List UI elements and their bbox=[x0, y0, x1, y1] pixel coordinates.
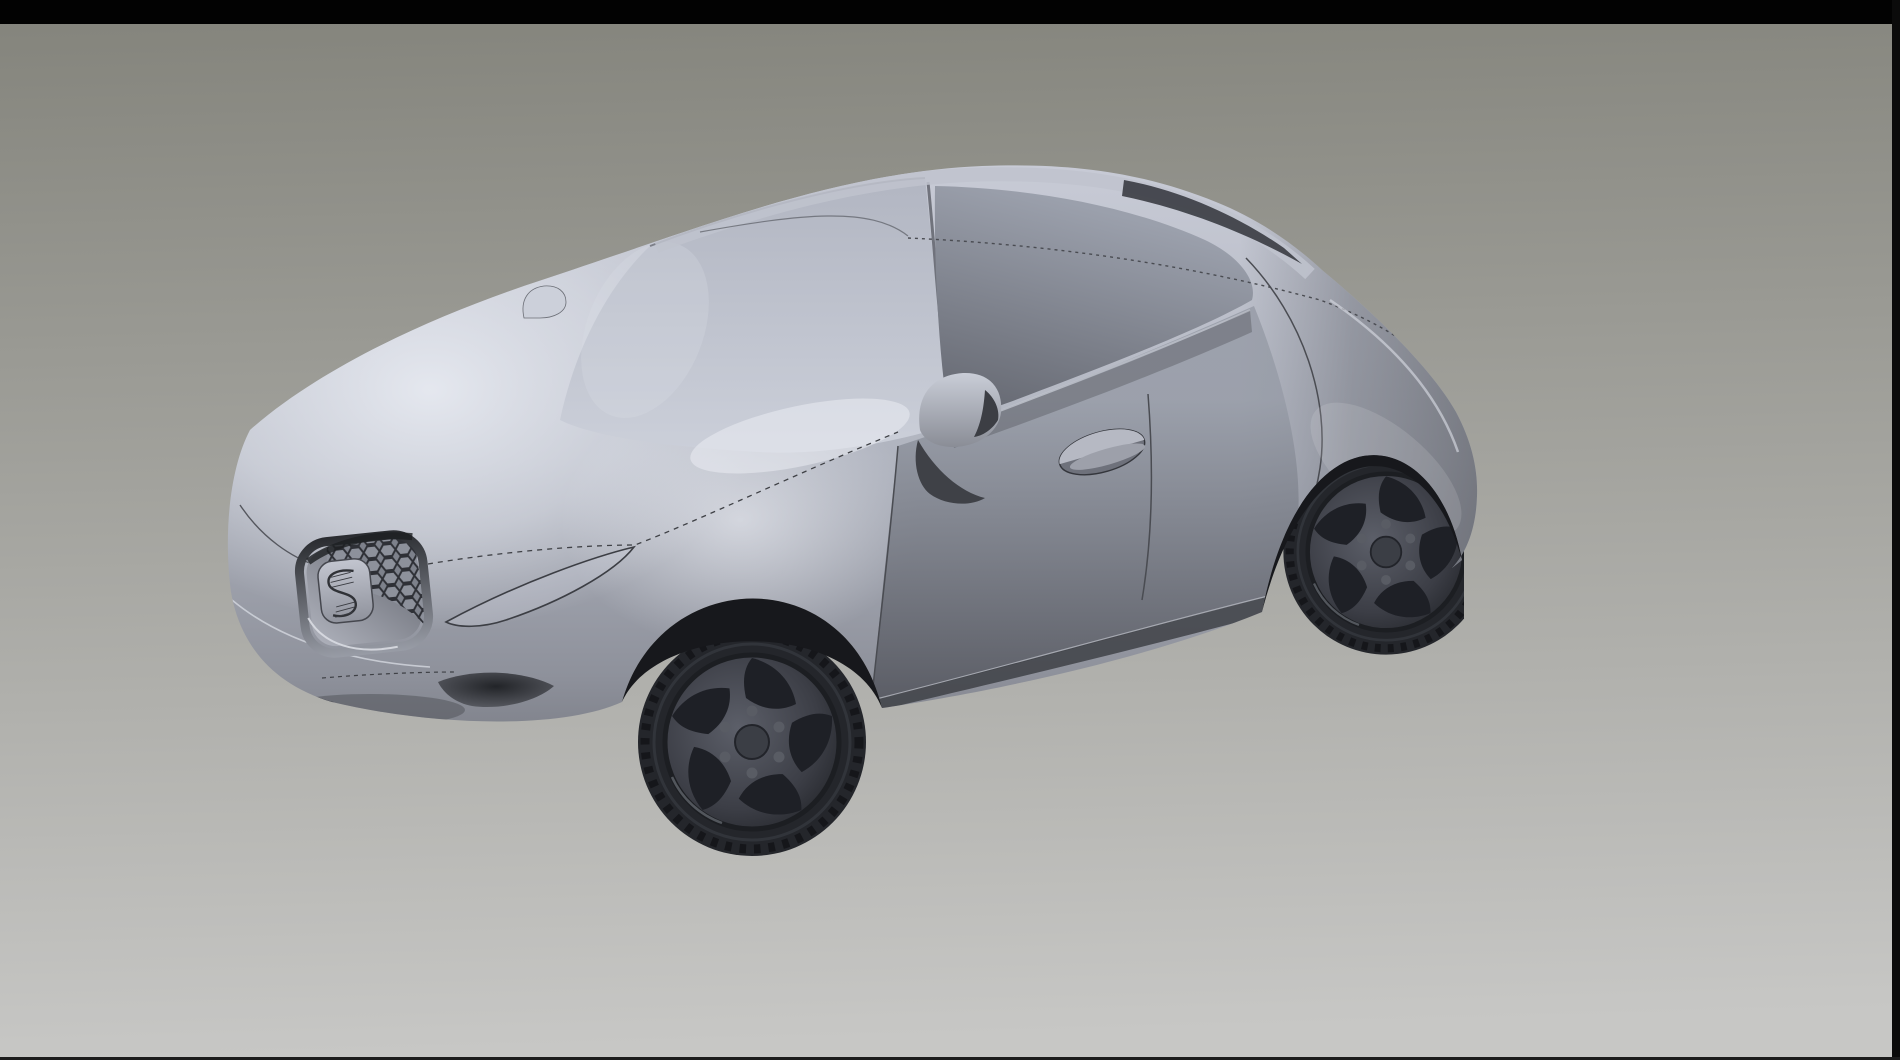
right-black-bar bbox=[1892, 0, 1900, 1060]
front-wheel[interactable] bbox=[638, 628, 866, 856]
3d-viewport[interactable] bbox=[0, 0, 1900, 1060]
seat-logo-icon bbox=[316, 557, 374, 624]
application-window bbox=[0, 0, 1900, 1060]
top-black-bar bbox=[0, 0, 1900, 24]
